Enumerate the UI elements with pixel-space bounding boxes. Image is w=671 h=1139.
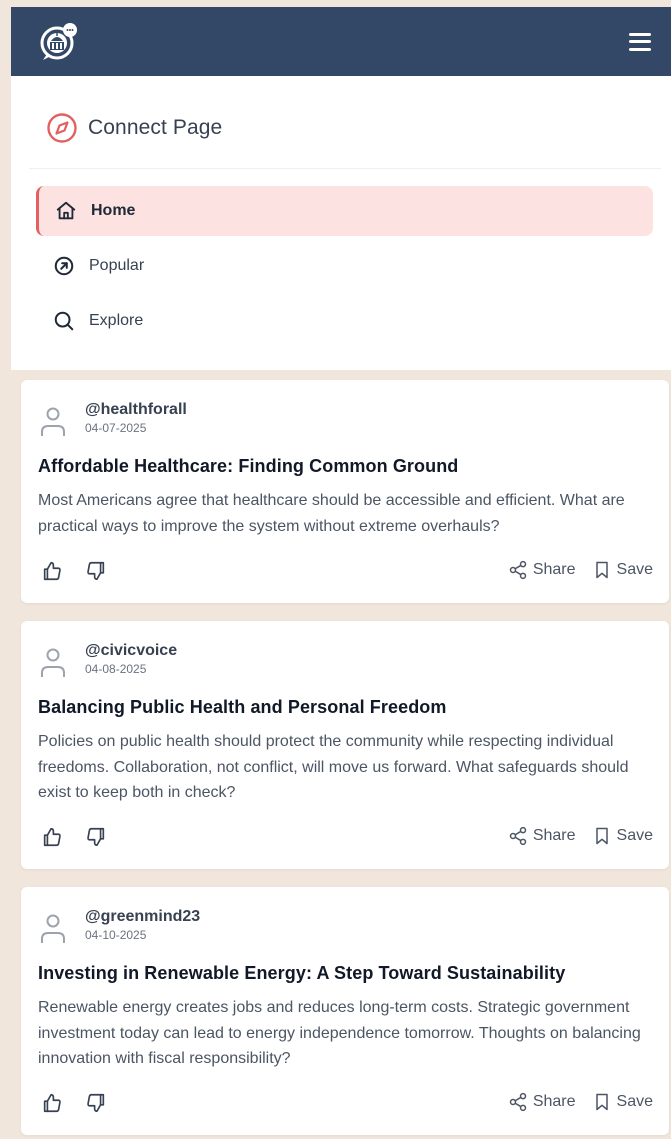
- post-author: @greenmind23 04-10-2025: [39, 907, 200, 945]
- user-avatar-icon: [39, 911, 67, 945]
- like-button[interactable]: [41, 1092, 63, 1114]
- user-avatar-icon: [39, 404, 67, 438]
- share-button[interactable]: Share: [508, 1092, 576, 1112]
- trending-arrow-icon: [53, 255, 75, 277]
- post-title[interactable]: Affordable Healthcare: Finding Common Gr…: [38, 456, 458, 477]
- save-button[interactable]: Save: [592, 560, 653, 580]
- like-button[interactable]: [41, 560, 63, 582]
- home-icon: [55, 200, 77, 222]
- dislike-button[interactable]: [85, 826, 107, 848]
- share-button[interactable]: Share: [508, 560, 576, 580]
- post-author: @civicvoice 04-08-2025: [39, 641, 177, 679]
- post-title[interactable]: Balancing Public Health and Personal Fre…: [38, 697, 447, 718]
- share-label: Share: [532, 561, 576, 578]
- hamburger-menu-icon[interactable]: [629, 32, 651, 51]
- nav-item-label: Home: [91, 202, 136, 219]
- thumbs-up-icon: [43, 827, 61, 847]
- nav-item-label: Popular: [89, 257, 145, 274]
- post-card: @civicvoice 04-08-2025 Balancing Public …: [21, 621, 669, 869]
- post-username[interactable]: @healthforall: [85, 400, 187, 420]
- thumbs-down-icon: [87, 561, 105, 581]
- bookmark-icon: [595, 561, 608, 579]
- share-icon: [509, 560, 527, 580]
- nav-item-label: Explore: [89, 312, 144, 329]
- post-date: 04-08-2025: [85, 662, 147, 676]
- bookmark-icon: [595, 1093, 608, 1111]
- dislike-button[interactable]: [85, 560, 107, 582]
- post-date: 04-10-2025: [85, 928, 147, 942]
- thumbs-down-icon: [87, 827, 105, 847]
- app-header: [11, 7, 671, 76]
- share-label: Share: [532, 1093, 576, 1110]
- post-body: Most Americans agree that healthcare sho…: [38, 492, 625, 535]
- thumbs-up-icon: [43, 561, 61, 581]
- capitol-chat-logo-icon[interactable]: [37, 20, 81, 64]
- brand-title: Connect Page: [88, 116, 223, 139]
- nav-item-home[interactable]: Home: [36, 186, 653, 236]
- thumbs-up-icon: [43, 1093, 61, 1113]
- post-username[interactable]: @greenmind23: [85, 907, 200, 927]
- bookmark-icon: [595, 827, 608, 845]
- side-navigation: Connect Page Home Popular Explore: [11, 76, 671, 370]
- post-username[interactable]: @civicvoice: [85, 641, 177, 661]
- user-avatar-icon: [39, 645, 67, 679]
- nav-item-popular[interactable]: Popular: [36, 241, 653, 291]
- post-title[interactable]: Investing in Renewable Energy: A Step To…: [38, 963, 565, 984]
- search-icon: [53, 310, 75, 332]
- post-body: Policies on public health should protect…: [38, 733, 629, 801]
- share-icon: [509, 826, 527, 846]
- post-date: 04-07-2025: [85, 421, 147, 435]
- nav-divider: [29, 168, 661, 169]
- dislike-button[interactable]: [85, 1092, 107, 1114]
- nav-item-explore[interactable]: Explore: [36, 296, 653, 346]
- brand: Connect Page: [46, 112, 222, 144]
- save-button[interactable]: Save: [592, 1092, 653, 1112]
- compass-icon: [46, 112, 78, 144]
- save-button[interactable]: Save: [592, 826, 653, 846]
- save-label: Save: [616, 1093, 653, 1110]
- post-author: @healthforall 04-07-2025: [39, 400, 187, 438]
- top-strip: [0, 0, 671, 7]
- share-button[interactable]: Share: [508, 826, 576, 846]
- post-card: @healthforall 04-07-2025 Affordable Heal…: [21, 380, 669, 603]
- thumbs-down-icon: [87, 1093, 105, 1113]
- like-button[interactable]: [41, 826, 63, 848]
- post-body: Renewable energy creates jobs and reduce…: [38, 999, 641, 1067]
- save-label: Save: [616, 827, 653, 844]
- share-label: Share: [532, 827, 576, 844]
- share-icon: [509, 1092, 527, 1112]
- post-card: @greenmind23 04-10-2025 Investing in Ren…: [21, 887, 669, 1135]
- save-label: Save: [616, 561, 653, 578]
